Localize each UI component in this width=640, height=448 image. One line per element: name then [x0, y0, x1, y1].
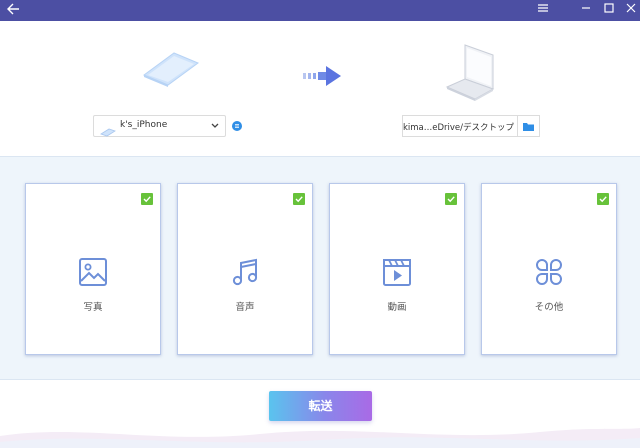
transfer-button[interactable]: 転送	[269, 391, 372, 421]
category-card-other[interactable]: その他	[481, 183, 617, 355]
back-arrow-icon[interactable]	[6, 2, 24, 19]
folder-icon	[523, 123, 534, 131]
transfer-arrow-icon	[303, 65, 343, 91]
close-icon[interactable]	[623, 2, 639, 19]
phone-illustration-icon	[138, 51, 202, 91]
checkbox-checked-icon[interactable]	[293, 193, 305, 205]
category-label: 動画	[387, 302, 407, 313]
chevron-down-icon	[210, 119, 220, 136]
destination-path-field[interactable]: ers/kima…eDrive/デスクトップ	[402, 115, 518, 137]
minimize-icon[interactable]	[578, 2, 594, 19]
transfer-endpoints: k's_iPhone ers/kima…eDrive/デスクトップ	[0, 21, 640, 156]
device-name: k's_iPhone	[120, 120, 168, 130]
title-bar	[0, 0, 640, 21]
category-card-audio[interactable]: 音声	[177, 183, 313, 355]
image-icon	[77, 256, 109, 288]
decorative-wave	[0, 428, 640, 448]
info-icon[interactable]	[232, 121, 242, 131]
category-label: 写真	[83, 302, 103, 313]
maximize-icon[interactable]	[601, 2, 617, 19]
browse-folder-button[interactable]	[518, 115, 540, 137]
laptop-illustration-icon	[445, 43, 501, 109]
phone-icon	[100, 122, 116, 141]
checkbox-checked-icon[interactable]	[141, 193, 153, 205]
device-selector-dropdown[interactable]: k's_iPhone	[93, 115, 226, 137]
category-card-video[interactable]: 動画	[329, 183, 465, 355]
checkbox-checked-icon[interactable]	[597, 193, 609, 205]
destination-path-text: ers/kima…eDrive/デスクトップ	[402, 123, 514, 133]
music-note-icon	[229, 256, 261, 288]
checkbox-checked-icon[interactable]	[445, 193, 457, 205]
category-label: その他	[534, 302, 564, 313]
grid-other-icon	[533, 256, 565, 288]
menu-icon[interactable]	[535, 2, 551, 19]
category-label: 音声	[235, 302, 255, 313]
action-bar: 転送	[0, 379, 640, 448]
category-panel: 写真 音声 動画 その他	[0, 156, 640, 379]
category-card-photos[interactable]: 写真	[25, 183, 161, 355]
video-clapper-icon	[381, 256, 413, 288]
